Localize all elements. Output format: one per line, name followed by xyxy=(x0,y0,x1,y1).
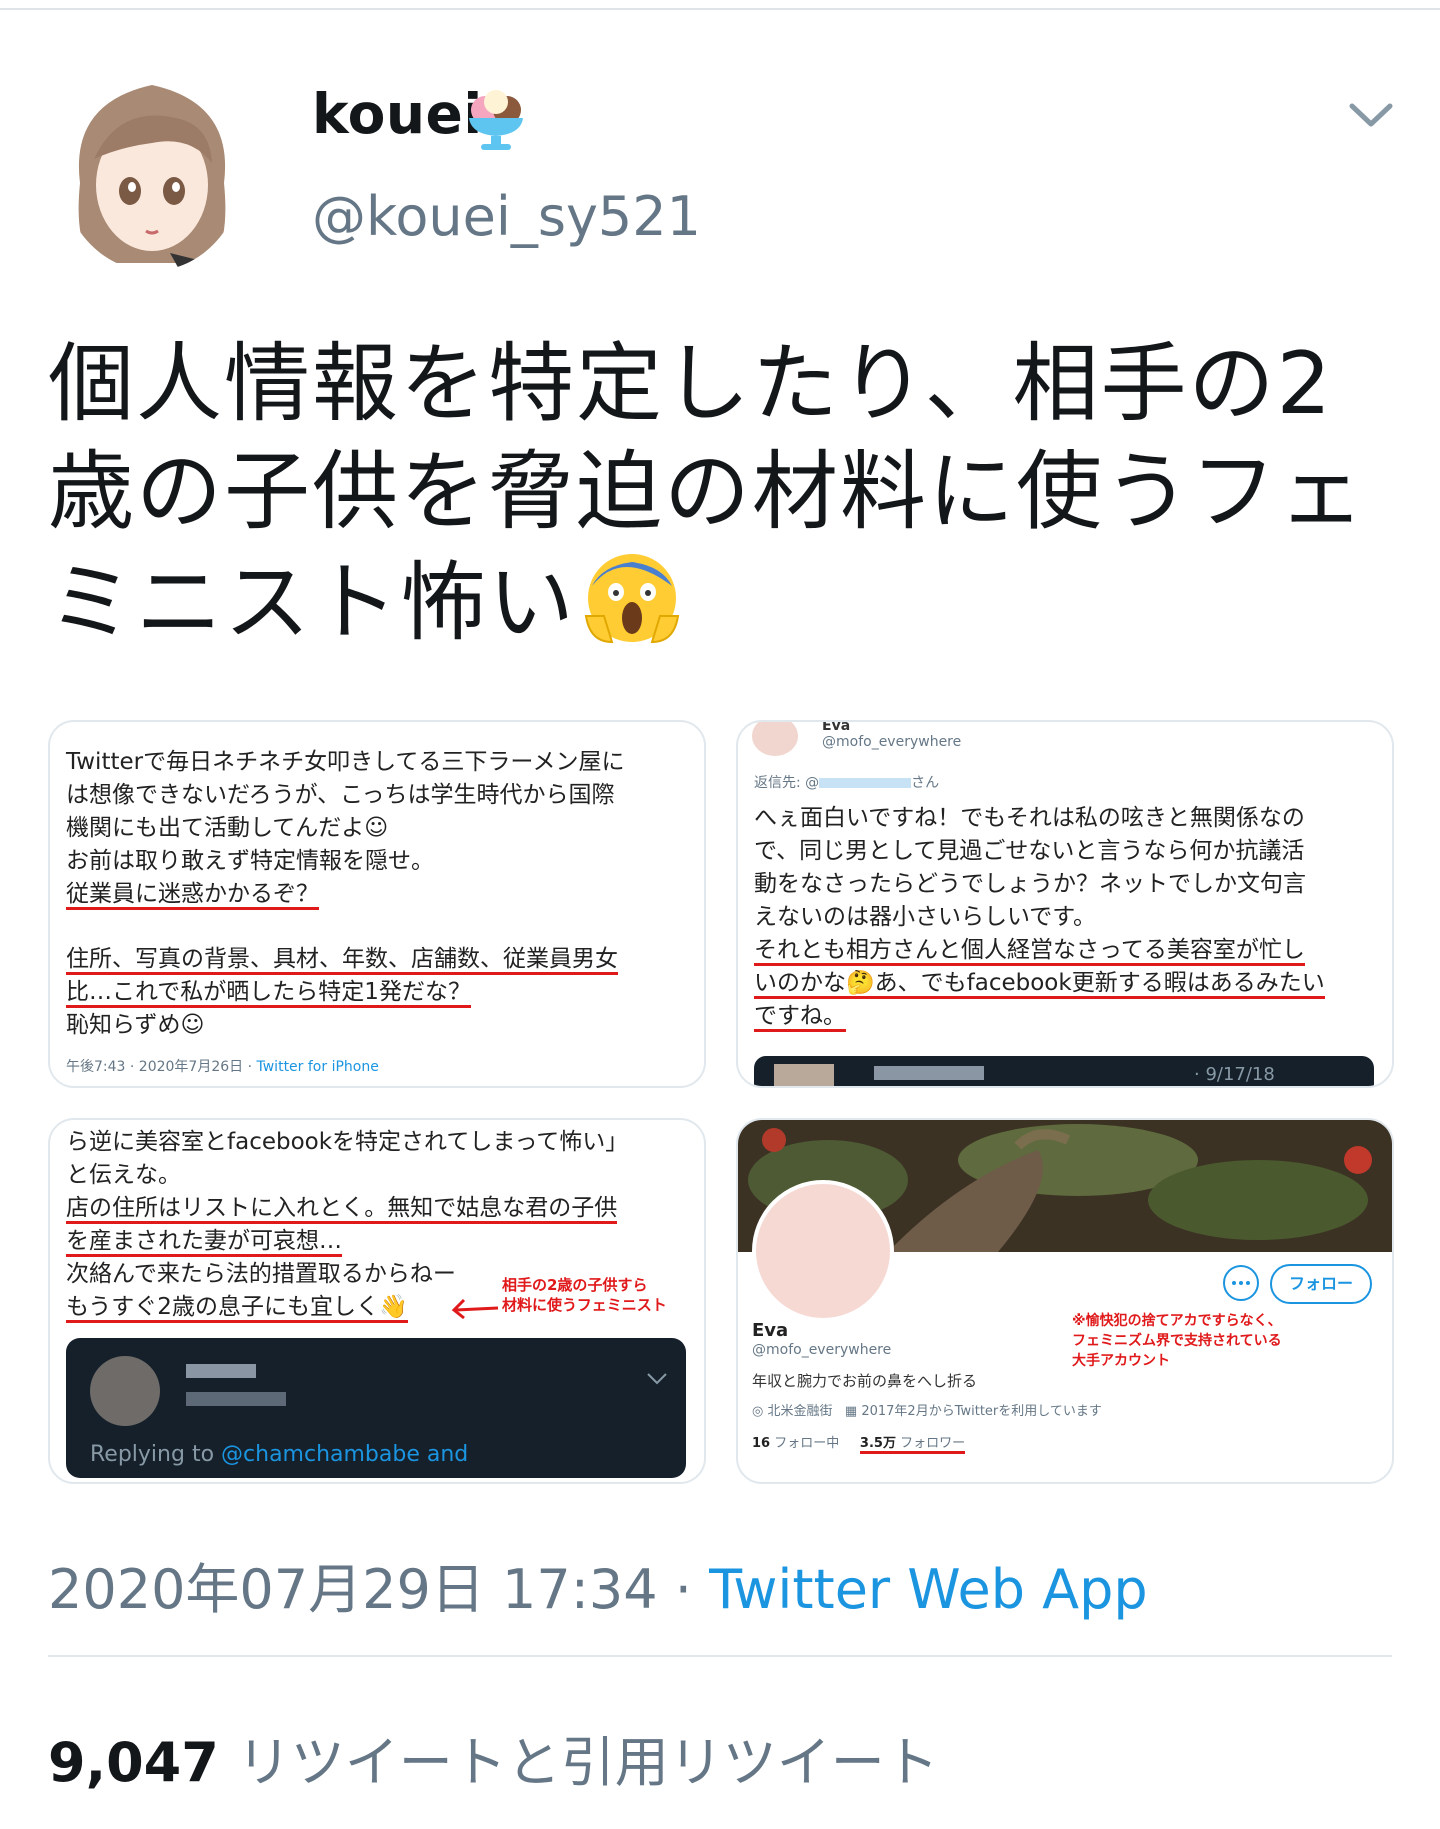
screenshot-name: Eva xyxy=(822,720,851,734)
screenshot-text-underlined: もうすぐ2歳の息子にも宜しく👋 xyxy=(66,1291,408,1324)
tweet-text: 個人情報を特定したり、相手の2 歳の子供を脅迫の材料に使うフェ ミニスト怖い xyxy=(48,330,1388,657)
screenshot-text: Twitterで毎日ネチネチ女叩きしてる三下ラーメン屋に xyxy=(66,749,625,775)
chevron-down-icon[interactable] xyxy=(1348,100,1394,130)
annotation-text: フェミニズム界で支持されている xyxy=(1072,1333,1282,1349)
retweet-count: 9,047 xyxy=(48,1731,219,1794)
replying-to-handle[interactable]: @chamchambabe and xyxy=(221,1442,468,1467)
underlined-text: いのかな🤔あ、でもfacebook更新する暇はあるみたい xyxy=(754,970,1325,999)
tweet-text-line: 歳の子供を脅迫の材料に使うフェ xyxy=(48,442,1367,542)
underlined-text: ですね。 xyxy=(754,1003,846,1032)
screenshot-handle: @mofo_everywhere xyxy=(822,734,962,750)
quote-date: · 9/17/18 xyxy=(1194,1064,1275,1085)
avatar[interactable] xyxy=(60,63,244,271)
followers-label[interactable]: フォロワー xyxy=(900,1436,965,1451)
tweet-text-line: ミニスト怖い xyxy=(48,546,1388,657)
chevron-down-icon[interactable] xyxy=(646,1372,668,1386)
underlined-text: それとも相方さんと個人経営なさってる美容室が忙し xyxy=(754,937,1305,966)
more-options-icon[interactable] xyxy=(1222,1264,1260,1302)
redacted-avatar xyxy=(90,1356,160,1426)
profile-handle: @mofo_everywhere xyxy=(752,1342,892,1358)
tweet-text-line: 個人情報を特定したり、相手の2 xyxy=(48,334,1334,434)
annotation-text: 相手の2歳の子供すら xyxy=(502,1276,648,1294)
underlined-text: 比…これで私が晒したら特定1発だな？ xyxy=(66,979,471,1008)
tweet-timestamp[interactable]: 2020年07月29日 17:34 · xyxy=(48,1558,709,1621)
screenshot-text-underlined: いのかな🤔あ、でもfacebook更新する暇はあるみたい xyxy=(754,967,1325,1000)
follow-button[interactable]: フォロー xyxy=(1270,1264,1372,1304)
red-arrow-icon xyxy=(451,1298,499,1320)
retweet-stats[interactable]: 9,047 リツイートと引用リツイート xyxy=(48,1718,939,1797)
user-handle[interactable]: @kouei_sy521 xyxy=(312,185,701,248)
annotation-text: 材料に使うフェミニスト xyxy=(502,1296,667,1314)
followers-count: 3.5万 xyxy=(859,1436,896,1451)
screenshot-text-underlined: を産まされた妻が可哀想… xyxy=(66,1225,342,1258)
screenshot-text-underlined: それとも相方さんと個人経営なさってる美容室が忙し xyxy=(754,934,1305,967)
redacted-name xyxy=(186,1364,256,1378)
tweet-source-link[interactable]: Twitter Web App xyxy=(709,1558,1148,1621)
avatar xyxy=(752,722,798,756)
ice-cream-icon xyxy=(469,90,523,150)
media-image-4[interactable]: フォロー Eva @mofo_everywhere 年収と腕力でお前の鼻をへし折… xyxy=(736,1118,1394,1484)
redacted-avatar xyxy=(774,1064,834,1086)
avatar-illustration xyxy=(60,63,244,271)
media-grid[interactable]: Twitterで毎日ネチネチ女叩きしてる三下ラーメン屋に は想像できないだろうが… xyxy=(48,720,1394,1484)
reply-suffix: さん xyxy=(911,775,940,791)
following-count: 16 xyxy=(752,1436,771,1451)
annotation-text: 大手アカウント xyxy=(1072,1353,1170,1369)
reply-to-line: 返信先: @ さん xyxy=(754,772,939,792)
screenshot-text: えないのは器小さいらしいです。 xyxy=(754,904,1097,930)
tweet-text-line-end: ミニスト怖い xyxy=(48,553,576,653)
top-divider xyxy=(0,8,1440,10)
profile-bio: 年収と腕力でお前の鼻をへし折る xyxy=(752,1372,978,1390)
screenshot-text: へぇ面白いですね！でもそれは私の呟きと無関係なの xyxy=(754,805,1305,831)
redacted-name xyxy=(874,1066,984,1080)
screenshot-text: と伝えな。 xyxy=(66,1162,181,1188)
screenshot-text: は想像できないだろうが、こっちは学生時代から国際 xyxy=(66,782,615,808)
reply-prefix: 返信先: @ xyxy=(754,775,820,791)
screenshot-text: 動をなさったらどうでしょうか？ネットでしか文句言 xyxy=(754,871,1306,897)
screenshot-text-underlined: 住所、写真の背景、具材、年数、店舗数、従業員男女 xyxy=(66,943,618,976)
redacted-handle xyxy=(819,778,912,788)
following-label[interactable]: フォロー中 xyxy=(774,1436,839,1451)
profile-meta-line: ◎ 北米金融街 ▦ 2017年2月からTwitterを利用しています xyxy=(752,1400,1102,1419)
screenshot-text: お前は取り敢えず特定情報を隠せ。 xyxy=(66,848,434,874)
profile-joined: 2017年2月からTwitterを利用しています xyxy=(861,1404,1102,1419)
screenshot-text-underlined: 比…これで私が晒したら特定1発だな？ xyxy=(66,976,471,1009)
screenshot-text: 恥知らずめ☺ xyxy=(66,1012,205,1038)
replying-to-prefix: Replying to xyxy=(90,1442,222,1467)
retweet-label: リツイートと引用リツイート xyxy=(236,1731,939,1794)
screenshot-text: 次絡んで来たら法的措置取るからねー xyxy=(66,1261,456,1287)
screenshot-meta-time: 午後7:43 · 2020年7月26日 · xyxy=(66,1059,257,1075)
screenshot-text: で、同じ男として見過ごせないと言うなら何か抗議活 xyxy=(754,838,1305,864)
screenshot-meta: 午後7:43 · 2020年7月26日 · Twitter for iPhone xyxy=(66,1056,379,1076)
screenshot-text-underlined: 店の住所はリストに入れとく。無知で姑息な君の子供 xyxy=(66,1192,618,1225)
underlined-text: もうすぐ2歳の息子にも宜しく👋 xyxy=(66,1294,408,1323)
profile-avatar xyxy=(752,1180,894,1322)
profile-name: Eva xyxy=(752,1320,789,1341)
annotation-text: ※愉快犯の捨てアカですらなく、 xyxy=(1072,1313,1282,1329)
quoted-tweet-bar: · 9/17/18 xyxy=(754,1056,1374,1086)
screenshot-text-underlined: ですね。 xyxy=(754,1000,846,1033)
calendar-icon: ▦ xyxy=(844,1404,858,1419)
tweet-timestamp-line: 2020年07月29日 17:34 · Twitter Web App xyxy=(48,1545,1148,1624)
media-image-2[interactable]: Eva @mofo_everywhere 返信先: @ さん へぇ面白いですね！で… xyxy=(736,720,1394,1088)
redacted-handle xyxy=(186,1392,286,1406)
screaming-face-icon xyxy=(584,554,680,644)
underlined-text: 住所、写真の背景、具材、年数、店舗数、従業員男女 xyxy=(66,946,618,975)
screenshot-text-underlined: 従業員に迷惑かかるぞ？ xyxy=(66,878,319,911)
underlined-text: を産まされた妻が可哀想… xyxy=(66,1228,342,1257)
screenshot-meta-source: Twitter for iPhone xyxy=(256,1059,379,1075)
profile-location: 北米金融街 xyxy=(767,1404,833,1419)
display-name[interactable]: kouei xyxy=(312,82,483,146)
location-icon: ◎ xyxy=(752,1404,764,1419)
underlined-text: 従業員に迷惑かかるぞ？ xyxy=(66,881,319,910)
media-image-1[interactable]: Twitterで毎日ネチネチ女叩きしてる三下ラーメン屋に は想像できないだろうが… xyxy=(48,720,706,1088)
screenshot-text: 機関にも出て活動してんだよ☺ xyxy=(66,815,389,841)
underlined-text: 店の住所はリストに入れとく。無知で姑息な君の子供 xyxy=(66,1195,618,1224)
profile-stats: 16 フォロー中 3.5万 フォロワー xyxy=(752,1432,966,1454)
replying-to-line: Replying to @chamchambabe and xyxy=(90,1442,468,1467)
screenshot-text: ら逆に美容室とfacebookを特定されてしまって怖い」 xyxy=(66,1129,629,1155)
divider xyxy=(48,1655,1392,1657)
media-image-3[interactable]: ら逆に美容室とfacebookを特定されてしまって怖い」 と伝えな。 店の住所は… xyxy=(48,1118,706,1484)
dark-tweet-panel: Replying to @chamchambabe and xyxy=(66,1338,686,1478)
